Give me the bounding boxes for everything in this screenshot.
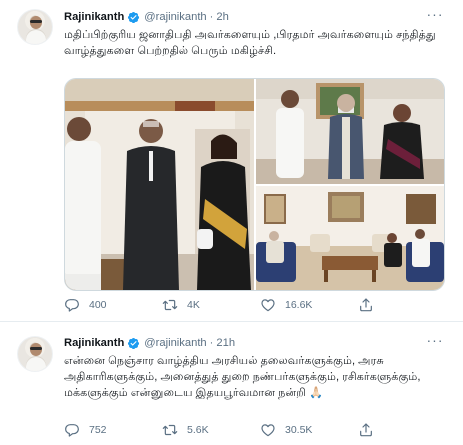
like-count: 30.5K bbox=[285, 424, 313, 436]
separator-dot: · bbox=[209, 11, 214, 23]
like-heart-icon bbox=[260, 297, 276, 313]
avatar[interactable] bbox=[17, 336, 53, 372]
retweet-count: 4K bbox=[187, 299, 200, 311]
reply-icon bbox=[64, 297, 80, 313]
author-name[interactable]: Rajinikanth bbox=[64, 11, 124, 23]
reply-count: 752 bbox=[89, 424, 107, 436]
share-button[interactable] bbox=[358, 296, 398, 314]
author-handle[interactable]: @rajinikanth bbox=[144, 337, 206, 349]
like-count: 16.6K bbox=[285, 299, 313, 311]
more-horizontal-icon[interactable]: ··· bbox=[425, 7, 445, 24]
share-icon bbox=[358, 422, 374, 438]
tweet[interactable]: Rajinikanth @rajinikanth · 2h ··· மதிப்ப… bbox=[0, 0, 463, 322]
retweet-button[interactable]: 4K bbox=[162, 296, 260, 314]
author-name[interactable]: Rajinikanth bbox=[64, 337, 124, 349]
like-button[interactable]: 30.5K bbox=[260, 421, 358, 439]
tweet-media-grid[interactable] bbox=[64, 78, 445, 291]
photo-image bbox=[65, 79, 254, 290]
share-icon bbox=[358, 297, 374, 313]
verified-badge-icon bbox=[127, 11, 140, 24]
separator-dot: · bbox=[209, 337, 214, 349]
like-button[interactable]: 16.6K bbox=[260, 296, 358, 314]
reply-icon bbox=[64, 422, 80, 438]
reply-count: 400 bbox=[89, 299, 107, 311]
tweet[interactable]: Rajinikanth @rajinikanth · 21h ··· என்னை… bbox=[0, 323, 463, 445]
retweet-count: 5.6K bbox=[187, 424, 209, 436]
tweet-actions: 752 5.6K 30.5K bbox=[64, 421, 404, 439]
avatar[interactable] bbox=[17, 9, 53, 45]
like-heart-icon bbox=[260, 422, 276, 438]
share-button[interactable] bbox=[358, 421, 398, 439]
photo-pm-meeting[interactable] bbox=[256, 79, 444, 184]
photo-image bbox=[256, 79, 444, 184]
photo-room-meeting[interactable] bbox=[256, 186, 444, 290]
photo-image bbox=[256, 186, 444, 290]
retweet-icon bbox=[162, 422, 178, 438]
tweet-timestamp[interactable]: 2h bbox=[216, 11, 228, 23]
retweet-button[interactable]: 5.6K bbox=[162, 421, 260, 439]
tweet-text: மதிப்பிற்குரிய ஜனாதிபதி அவர்களையும் ,பிர… bbox=[64, 29, 436, 57]
tweet-text: என்னை நெஞ்சார வாழ்த்திய அரசியல் தலைவர்கள… bbox=[64, 355, 421, 399]
tweet-actions: 400 4K 16.6K bbox=[64, 296, 404, 314]
tweet-header: Rajinikanth @rajinikanth · 21h bbox=[64, 335, 235, 351]
more-horizontal-icon[interactable]: ··· bbox=[425, 333, 445, 350]
photo-president-meeting[interactable] bbox=[65, 79, 254, 290]
author-handle[interactable]: @rajinikanth bbox=[144, 11, 206, 23]
tweet-timestamp[interactable]: 21h bbox=[216, 337, 235, 349]
retweet-icon bbox=[162, 297, 178, 313]
verified-badge-icon bbox=[127, 337, 140, 350]
reply-button[interactable]: 752 bbox=[64, 421, 162, 439]
tweet-header: Rajinikanth @rajinikanth · 2h bbox=[64, 9, 229, 25]
reply-button[interactable]: 400 bbox=[64, 296, 162, 314]
